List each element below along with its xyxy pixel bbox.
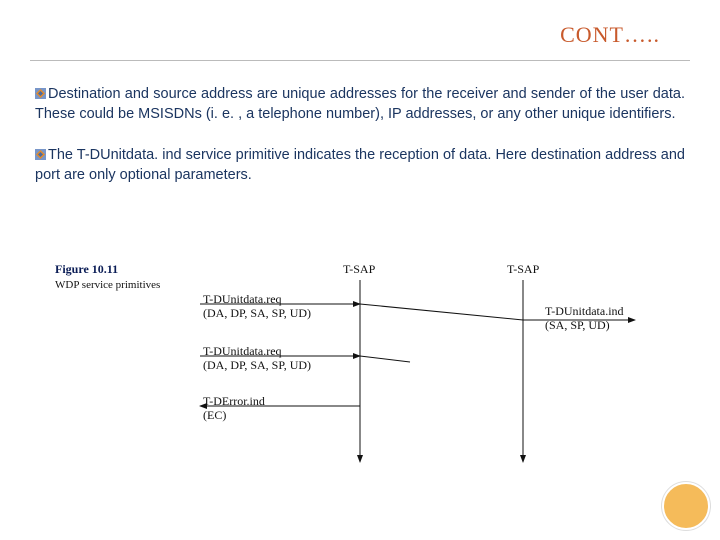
- paragraph-2: The T-DUnitdata. ind service primitive i…: [35, 146, 685, 185]
- figure-diagram: Figure 10.11 WDP service primitives T-SA…: [55, 262, 655, 472]
- content-area: Destination and source address are uniqu…: [35, 85, 685, 207]
- bullet-icon: [35, 147, 46, 167]
- slide-title: CONT…..: [560, 22, 660, 48]
- paragraph-1-text: Destination and source address are uniqu…: [35, 86, 685, 122]
- paragraph-1: Destination and source address are uniqu…: [35, 85, 685, 124]
- paragraph-2-text: The T-DUnitdata. ind service primitive i…: [35, 147, 685, 183]
- bullet-icon: [35, 86, 46, 106]
- decorative-circle: [662, 482, 710, 530]
- divider-line: [30, 60, 690, 61]
- sequence-diagram-svg: [55, 262, 655, 472]
